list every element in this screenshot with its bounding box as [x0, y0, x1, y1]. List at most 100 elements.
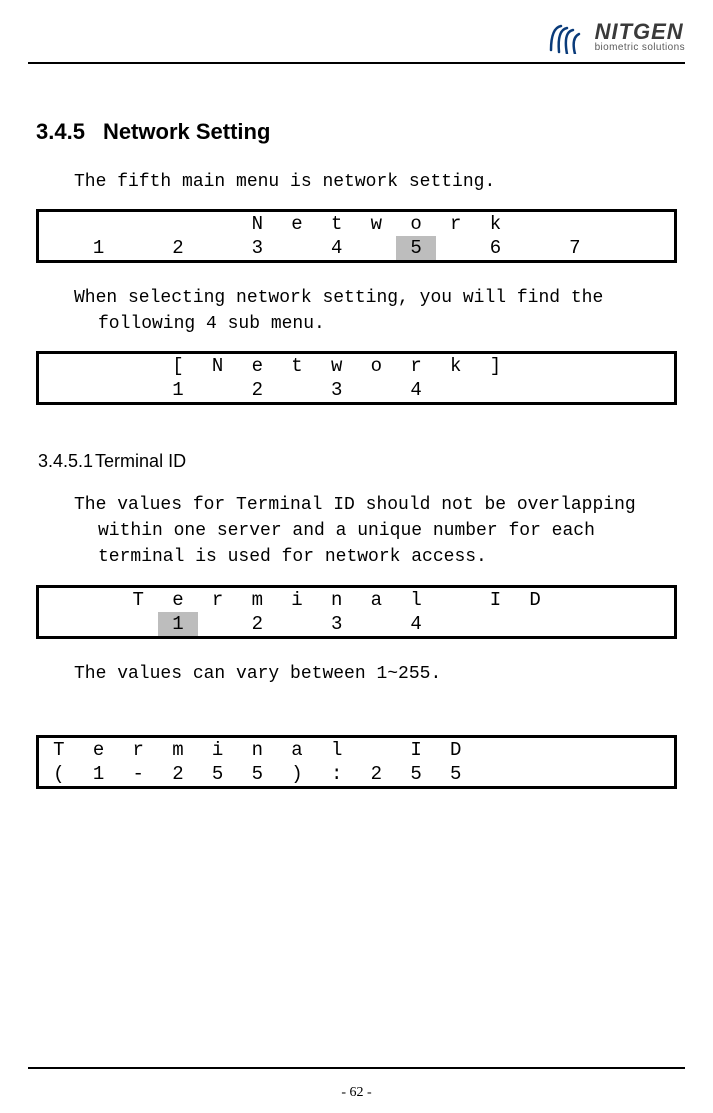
lcd-cell: 2: [158, 762, 198, 786]
lcd-cell: [436, 588, 476, 612]
lcd-display-network-menu: Network1234567: [36, 209, 677, 263]
lcd-cell: [595, 612, 635, 636]
lcd-cell: 3: [317, 612, 357, 636]
lcd-cell: D: [515, 588, 555, 612]
lcd-cell: N: [237, 212, 277, 236]
fingerprint-icon: [547, 20, 589, 54]
lcd-cell: [357, 378, 397, 402]
lcd-cell: l: [396, 588, 436, 612]
lcd-cell: [515, 762, 555, 786]
subsection-heading: 3.4.5.1Terminal ID: [38, 451, 677, 472]
lcd-cell: [595, 738, 635, 762]
lcd-cell: 5: [436, 762, 476, 786]
lcd-cell: [39, 612, 79, 636]
lcd-cell: [: [158, 354, 198, 378]
lcd-cell: [476, 738, 516, 762]
document-page: NITGEN biometric solutions 3.4.5Network …: [0, 0, 713, 1113]
lcd-cell: r: [118, 738, 158, 762]
lcd-cell: l: [317, 738, 357, 762]
lcd-cell: 1: [158, 612, 198, 636]
lcd-cell: r: [198, 588, 238, 612]
lcd-cell: e: [277, 212, 317, 236]
lcd-cell: [79, 378, 119, 402]
lcd-cell: [595, 762, 635, 786]
lcd-cell: [118, 236, 158, 260]
lcd-cell: [198, 612, 238, 636]
lcd-cell: [118, 378, 158, 402]
lcd-cell: [39, 236, 79, 260]
lcd-cell: :: [317, 762, 357, 786]
lcd-cell: w: [317, 354, 357, 378]
lcd-cell: 5: [396, 236, 436, 260]
lcd-cell: e: [237, 354, 277, 378]
lcd-cell: n: [317, 588, 357, 612]
header-bar: NITGEN biometric solutions: [28, 20, 685, 58]
lcd-cell: 3: [237, 236, 277, 260]
lcd-cell: 2: [237, 378, 277, 402]
lcd-cell: e: [158, 588, 198, 612]
brand-name: NITGEN: [595, 21, 685, 43]
lcd-display-terminal-id: TerminalID1234: [36, 585, 677, 639]
lcd-cell: [555, 588, 595, 612]
lcd-cell: [515, 378, 555, 402]
lcd-cell: I: [396, 738, 436, 762]
lcd-cell: n: [237, 738, 277, 762]
lcd-cell: [39, 354, 79, 378]
lcd-cell: k: [476, 212, 516, 236]
lcd-cell: [79, 612, 119, 636]
lcd-cell: T: [39, 738, 79, 762]
lcd-cell: [555, 762, 595, 786]
lcd-cell: ]: [476, 354, 516, 378]
lcd-cell: m: [237, 588, 277, 612]
section-heading: 3.4.5Network Setting: [36, 119, 677, 145]
lcd-cell: [634, 378, 674, 402]
lcd-cell: [634, 236, 674, 260]
lcd-cell: [595, 212, 635, 236]
lcd-cell: [476, 612, 516, 636]
lcd-cell: a: [277, 738, 317, 762]
lcd-cell: [555, 212, 595, 236]
lcd-cell: k: [436, 354, 476, 378]
lcd-cell: [476, 378, 516, 402]
lcd-cell: [555, 612, 595, 636]
lcd-cell: [634, 354, 674, 378]
lcd-display-terminal-range: TerminalID(1-255):255: [36, 735, 677, 789]
lcd-cell: [515, 212, 555, 236]
lcd-cell: [436, 236, 476, 260]
lcd-cell: [555, 738, 595, 762]
lcd-cell: 1: [79, 762, 119, 786]
lcd-cell: t: [317, 212, 357, 236]
lcd-cell: [277, 236, 317, 260]
lcd-cell: [595, 588, 635, 612]
lcd-cell: 2: [357, 762, 397, 786]
lcd-cell: [79, 588, 119, 612]
lcd-cell: 4: [396, 612, 436, 636]
lcd-cell: [39, 212, 79, 236]
lcd-cell: a: [357, 588, 397, 612]
lcd-cell: [595, 354, 635, 378]
lcd-cell: [79, 354, 119, 378]
lcd-cell: [515, 354, 555, 378]
lcd-cell: m: [158, 738, 198, 762]
lcd-cell: [118, 612, 158, 636]
lcd-cell: [277, 612, 317, 636]
lcd-cell: 7: [555, 236, 595, 260]
lcd-cell: 1: [79, 236, 119, 260]
lcd-cell: o: [357, 354, 397, 378]
lcd-cell: w: [357, 212, 397, 236]
lcd-cell: [634, 588, 674, 612]
lcd-cell: 4: [396, 378, 436, 402]
lcd-cell: [357, 236, 397, 260]
brand-logo: NITGEN biometric solutions: [547, 20, 685, 54]
lcd-cell: [515, 236, 555, 260]
lcd-cell: 5: [237, 762, 277, 786]
lcd-cell: 5: [198, 762, 238, 786]
lcd-cell: [555, 378, 595, 402]
lcd-cell: ): [277, 762, 317, 786]
lcd-cell: 2: [237, 612, 277, 636]
lcd-cell: (: [39, 762, 79, 786]
lcd-cell: I: [476, 588, 516, 612]
paragraph-submenu: When selecting network setting, you will…: [60, 285, 677, 337]
lcd-cell: [555, 354, 595, 378]
lcd-cell: [634, 212, 674, 236]
